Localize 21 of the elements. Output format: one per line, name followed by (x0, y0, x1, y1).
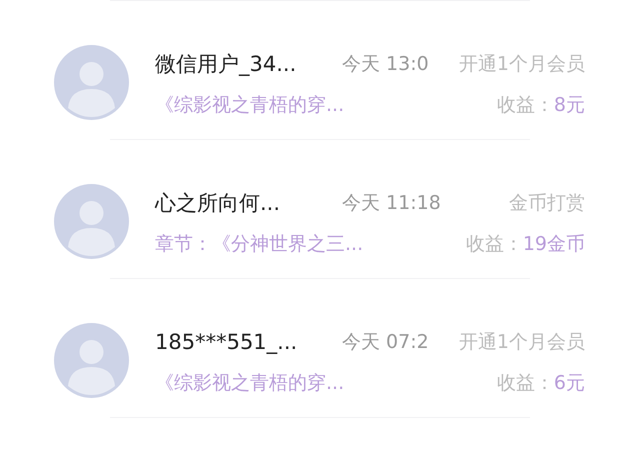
income-value: 8元 (554, 93, 585, 118)
avatar-icon (54, 323, 129, 398)
avatar-icon (54, 45, 129, 120)
user-name: 微信用户_34... (155, 51, 298, 78)
time-label: 今天 11:18 (342, 191, 441, 216)
work-title: 《综影视之青梧的穿... (155, 93, 344, 118)
work-title: 《综影视之青梧的穿... (155, 371, 344, 396)
income-label: 收益： (466, 232, 523, 257)
time-label: 今天 13:0 (342, 52, 429, 77)
income-value: 19金币 (522, 232, 585, 257)
time-label: 今天 07:2 (342, 330, 429, 355)
income-label: 收益： (496, 93, 554, 118)
income-label: 收益： (496, 371, 554, 396)
action-label: 开通1个月会员 (458, 330, 585, 355)
action-label: 开通1个月会员 (458, 52, 585, 77)
user-name: 心之所向何... (155, 190, 282, 217)
user-name: 185***551_... (155, 330, 298, 354)
action-label: 金币打赏 (509, 191, 585, 216)
work-title: 章节：《分神世界之三... (155, 232, 364, 257)
income-value: 6元 (554, 371, 585, 396)
avatar-icon (54, 184, 129, 259)
